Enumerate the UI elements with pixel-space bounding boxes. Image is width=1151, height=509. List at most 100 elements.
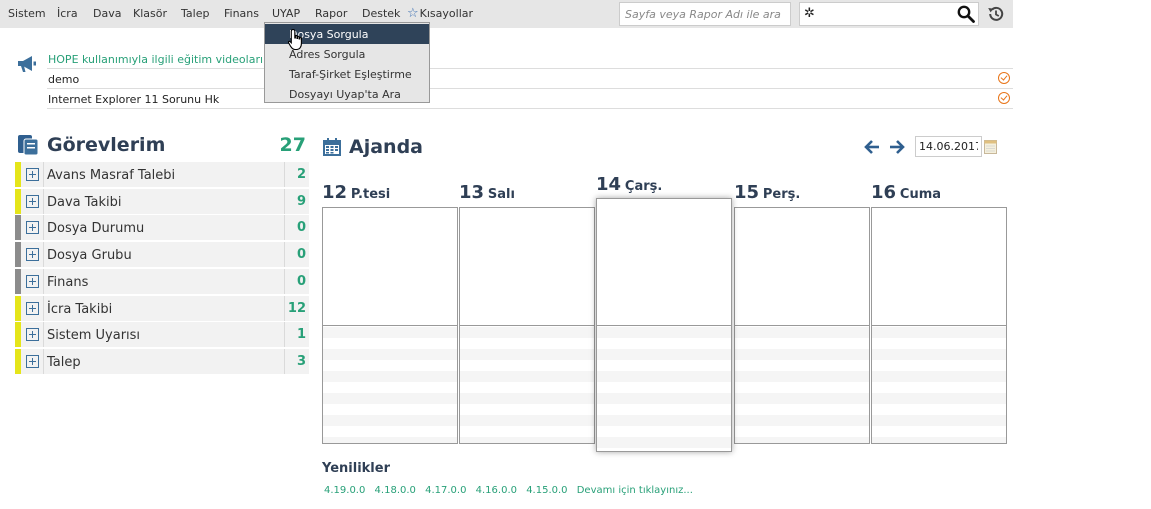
task-row[interactable]: Dosya Durumu 0 bbox=[15, 215, 309, 241]
task-row[interactable]: Talep 3 bbox=[15, 349, 309, 375]
task-label: Finans bbox=[47, 275, 89, 290]
menu-sistem[interactable]: Sistem bbox=[8, 7, 46, 20]
expand-plus-icon[interactable] bbox=[26, 355, 39, 368]
day-name: Perş. bbox=[762, 187, 801, 202]
agenda-day-header: 15 Perş. bbox=[734, 182, 800, 203]
day-name: Salı bbox=[487, 187, 515, 202]
task-count: 9 bbox=[296, 194, 306, 209]
agenda-day-column[interactable] bbox=[322, 207, 458, 444]
version-link[interactable]: 4.19.0.0 bbox=[324, 485, 365, 496]
agenda-slot-afternoon[interactable] bbox=[460, 327, 594, 443]
agenda-slot-afternoon[interactable] bbox=[323, 327, 457, 443]
divider bbox=[43, 296, 44, 321]
expand-plus-icon[interactable] bbox=[26, 275, 39, 288]
agenda-slot-afternoon[interactable] bbox=[597, 327, 731, 451]
menu-klasor[interactable]: Klasör bbox=[133, 7, 167, 20]
agenda-day-column[interactable] bbox=[734, 207, 870, 444]
dropdown-item-taraf-sirket[interactable]: Taraf-Şirket Eşleştirme bbox=[265, 64, 429, 84]
agenda-day-column[interactable] bbox=[871, 207, 1007, 444]
arrow-right-icon[interactable] bbox=[889, 139, 905, 155]
announcement-row[interactable]: demo bbox=[47, 69, 1013, 89]
task-count: 0 bbox=[296, 247, 306, 262]
day-number: 12 bbox=[322, 182, 348, 203]
menu-rapor[interactable]: Rapor bbox=[315, 7, 347, 20]
announcement-link[interactable]: HOPE kullanımıyla ilgili eğitim videolar… bbox=[48, 53, 289, 66]
task-color-bar bbox=[15, 242, 21, 267]
expand-plus-icon[interactable] bbox=[26, 248, 39, 261]
menu-shortcuts[interactable]: ☆Kısayollar bbox=[407, 6, 473, 21]
expand-plus-icon[interactable] bbox=[26, 328, 39, 341]
agenda-day-header: 16 Cuma bbox=[871, 182, 941, 203]
menu-dava[interactable]: Dava bbox=[93, 7, 121, 20]
task-row[interactable]: İcra Takibi 12 bbox=[15, 296, 309, 322]
version-link[interactable]: 4.15.0.0 bbox=[526, 485, 567, 496]
expand-plus-icon[interactable] bbox=[26, 221, 39, 234]
announcement-text: Internet Explorer 11 Sorunu Hk bbox=[48, 93, 220, 106]
check-circle-icon bbox=[998, 72, 1010, 84]
agenda-date-input[interactable] bbox=[915, 136, 982, 157]
menu-icra[interactable]: İcra bbox=[57, 7, 78, 20]
arrow-left-icon[interactable] bbox=[864, 139, 880, 155]
expand-plus-icon[interactable] bbox=[26, 168, 39, 181]
task-color-bar bbox=[15, 215, 21, 240]
agenda-title: Ajanda bbox=[349, 136, 423, 158]
updates-title: Yenilikler bbox=[322, 461, 390, 476]
expand-plus-icon[interactable] bbox=[26, 195, 39, 208]
report-search-input[interactable]: Sayfa veya Rapor Adı ile ara bbox=[619, 2, 791, 26]
datepicker-icon[interactable] bbox=[984, 139, 997, 154]
task-label: Talep bbox=[47, 355, 81, 370]
version-link[interactable]: 4.16.0.0 bbox=[476, 485, 517, 496]
dropdown-item-dosyayi-uyapta-ara[interactable]: Dosyayı Uyap'ta Ara bbox=[265, 84, 429, 104]
task-label: Sistem Uyarısı bbox=[47, 328, 141, 343]
tasks-icon bbox=[18, 135, 39, 156]
announcement-row[interactable]: Internet Explorer 11 Sorunu Hk bbox=[47, 89, 1013, 109]
calendar-icon bbox=[323, 138, 341, 156]
menu-uyap[interactable]: UYAP bbox=[272, 7, 300, 20]
agenda-day-column[interactable] bbox=[459, 207, 595, 444]
gear-icon[interactable]: ✲ bbox=[804, 6, 815, 21]
announcement-row[interactable]: HOPE kullanımıyla ilgili eğitim videolar… bbox=[47, 49, 1013, 69]
top-menu-bar: Sistem İcra Dava Klasör Talep Finans UYA… bbox=[0, 0, 1013, 28]
announcement-text: demo bbox=[48, 73, 80, 86]
task-row[interactable]: Dosya Grubu 0 bbox=[15, 242, 309, 268]
version-link[interactable]: 4.18.0.0 bbox=[375, 485, 416, 496]
task-color-bar bbox=[15, 296, 21, 321]
agenda-day-column-today[interactable] bbox=[596, 198, 732, 452]
agenda-slot-afternoon[interactable] bbox=[872, 327, 1006, 443]
search-icon[interactable] bbox=[957, 5, 975, 23]
global-search-input[interactable]: ✲ bbox=[799, 2, 979, 26]
task-label: Dava Takibi bbox=[47, 195, 122, 210]
agenda-slot-morning[interactable] bbox=[597, 199, 731, 326]
divider bbox=[43, 269, 44, 294]
day-number: 16 bbox=[871, 182, 897, 203]
updates-links: 4.19.0.0 4.18.0.0 4.17.0.0 4.16.0.0 4.15… bbox=[324, 485, 699, 496]
agenda-slot-morning[interactable] bbox=[872, 208, 1006, 326]
task-row[interactable]: Dava Takibi 9 bbox=[15, 189, 309, 215]
day-name: Cuma bbox=[899, 187, 942, 202]
menu-talep[interactable]: Talep bbox=[181, 7, 209, 20]
task-color-bar bbox=[15, 189, 21, 214]
shortcuts-label: Kısayollar bbox=[419, 7, 474, 20]
divider bbox=[43, 189, 44, 214]
divider bbox=[43, 242, 44, 267]
tasks-total-count: 27 bbox=[279, 134, 306, 156]
task-color-bar bbox=[15, 349, 21, 374]
task-row[interactable]: Finans 0 bbox=[15, 269, 309, 295]
task-count: 0 bbox=[296, 220, 306, 235]
version-link[interactable]: 4.17.0.0 bbox=[425, 485, 466, 496]
task-color-bar bbox=[15, 322, 21, 347]
agenda-slot-afternoon[interactable] bbox=[735, 327, 869, 443]
agenda-slot-morning[interactable] bbox=[323, 208, 457, 326]
agenda-day-header: 13 Salı bbox=[459, 182, 515, 203]
task-row[interactable]: Avans Masraf Talebi 2 bbox=[15, 162, 309, 188]
day-name: P.tesi bbox=[350, 187, 391, 202]
check-circle-icon bbox=[998, 92, 1010, 104]
menu-finans[interactable]: Finans bbox=[224, 7, 259, 20]
expand-plus-icon[interactable] bbox=[26, 302, 39, 315]
menu-destek[interactable]: Destek bbox=[362, 7, 400, 20]
agenda-slot-morning[interactable] bbox=[735, 208, 869, 326]
more-updates-link[interactable]: Devamı için tıklayınız... bbox=[577, 485, 693, 496]
task-row[interactable]: Sistem Uyarısı 1 bbox=[15, 322, 309, 348]
history-icon[interactable] bbox=[987, 5, 1005, 23]
agenda-slot-morning[interactable] bbox=[460, 208, 594, 326]
